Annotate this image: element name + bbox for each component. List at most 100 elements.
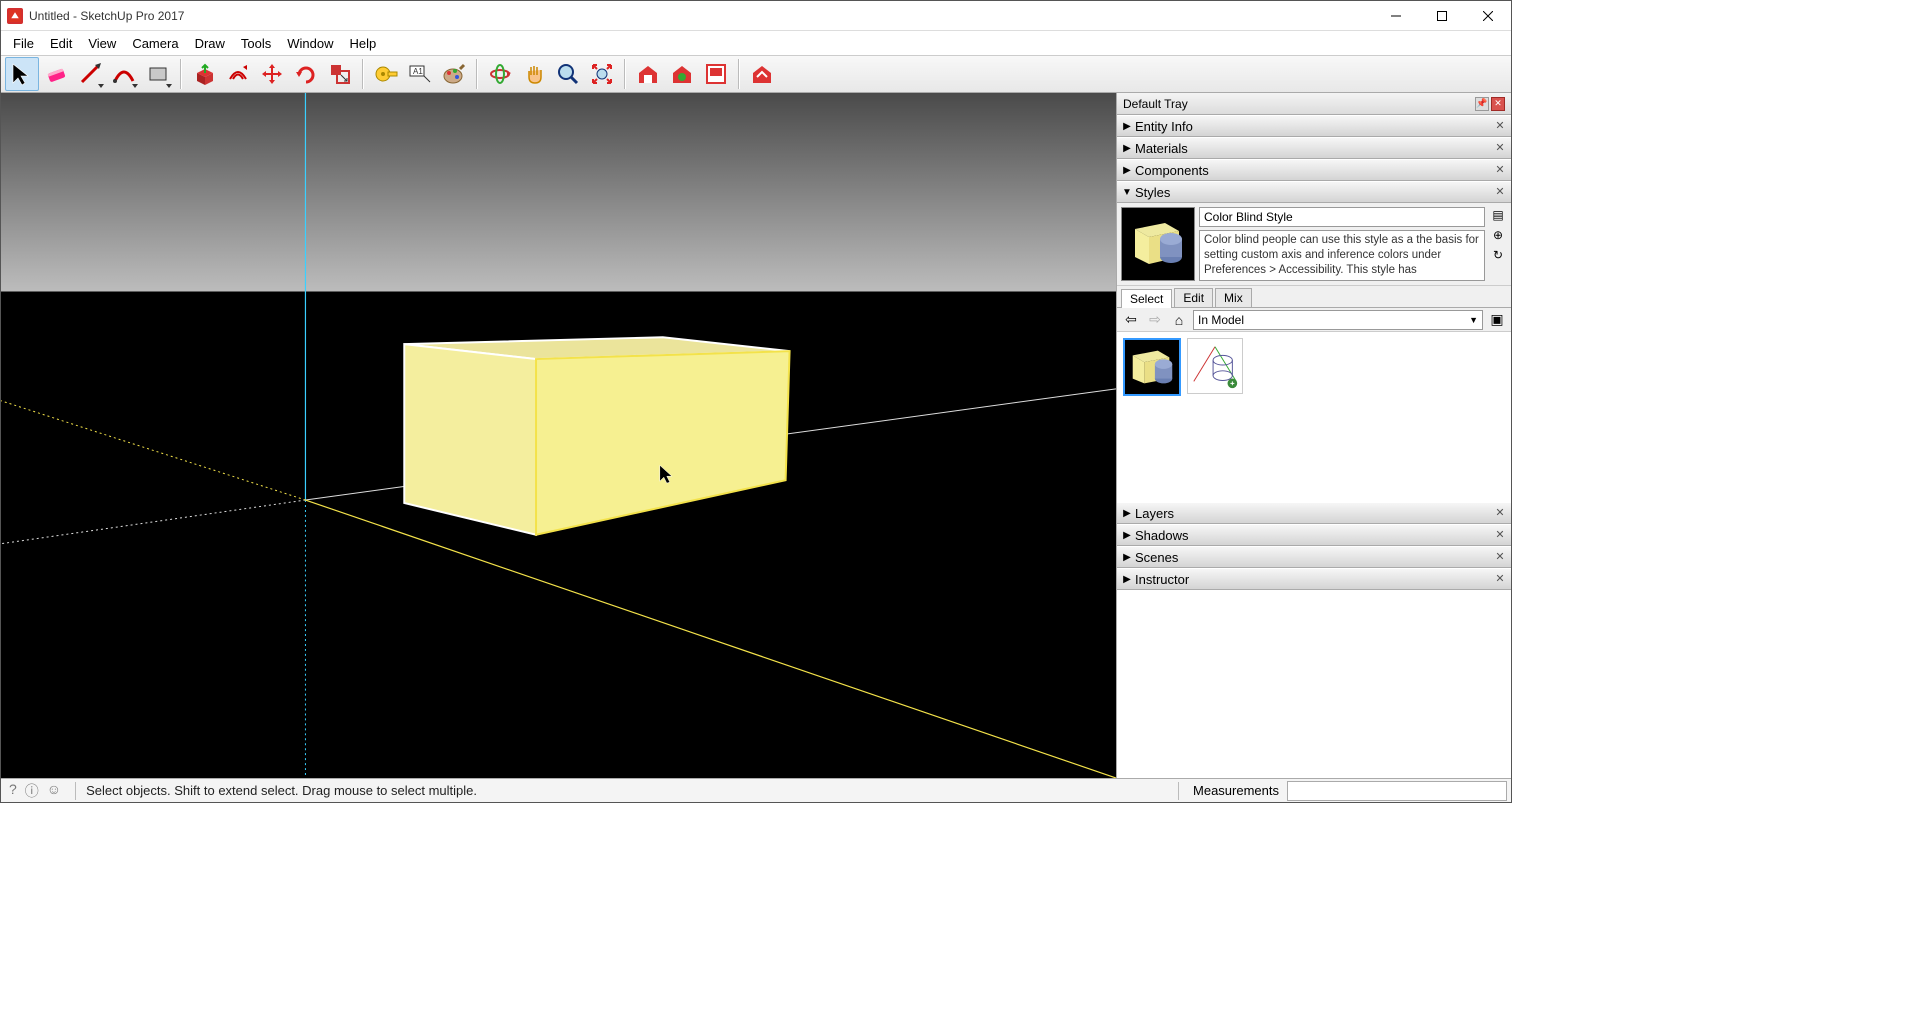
tool-warehouse[interactable] <box>631 57 665 91</box>
style-display-options-icon[interactable]: ▤ <box>1490 207 1506 223</box>
title-bar: Untitled - SketchUp Pro 2017 <box>1 1 1511 31</box>
styles-tab-mix[interactable]: Mix <box>1215 288 1252 307</box>
styles-panel-body: Color Blind Style Color blind people can… <box>1117 203 1511 502</box>
styles-collection-select[interactable]: In Model ▼ <box>1193 310 1483 330</box>
window-title: Untitled - SketchUp Pro 2017 <box>29 9 1373 23</box>
tool-tape[interactable] <box>369 57 403 91</box>
styles-tab-edit[interactable]: Edit <box>1174 288 1213 307</box>
tool-orbit[interactable] <box>483 57 517 91</box>
tray-title: Default Tray <box>1123 97 1188 111</box>
measurements-field[interactable] <box>1287 781 1507 801</box>
chevron-down-icon: ▼ <box>1469 315 1478 325</box>
tool-ext-warehouse[interactable] <box>665 57 699 91</box>
style-thumb-2[interactable] <box>1187 338 1243 394</box>
panel-components[interactable]: ▶Components✕ <box>1117 159 1511 181</box>
style-description-field[interactable]: Color blind people can use this style as… <box>1199 230 1485 281</box>
info-icon[interactable]: ⓘ <box>25 781 39 801</box>
app-icon <box>7 8 23 24</box>
tool-paint[interactable] <box>437 57 471 91</box>
menu-bar: FileEditViewCameraDrawToolsWindowHelp <box>1 31 1511 55</box>
panel-shadows[interactable]: ▶Shadows✕ <box>1117 524 1511 546</box>
tray-header[interactable]: Default Tray 📌 ✕ <box>1117 93 1511 115</box>
svg-text:A1: A1 <box>413 67 423 76</box>
minimize-button[interactable] <box>1373 1 1419 31</box>
tool-zoom[interactable] <box>551 57 585 91</box>
tool-offset[interactable] <box>221 57 255 91</box>
panel-layers[interactable]: ▶Layers✕ <box>1117 502 1511 524</box>
tool-select[interactable] <box>5 57 39 91</box>
tray-close-icon[interactable]: ✕ <box>1491 97 1505 111</box>
panel-close-icon[interactable]: ✕ <box>1493 163 1507 177</box>
tool-text[interactable]: A1 <box>403 57 437 91</box>
tool-eraser[interactable] <box>39 57 73 91</box>
app-window: Untitled - SketchUp Pro 2017 FileEditVie… <box>0 0 1512 803</box>
default-tray: Default Tray 📌 ✕ ▶Entity Info✕▶Materials… <box>1116 93 1511 778</box>
arrow-right-icon: ▶ <box>1121 508 1133 519</box>
arrow-right-icon: ▶ <box>1121 165 1133 176</box>
menu-file[interactable]: File <box>5 34 42 53</box>
arrow-right-icon: ▶ <box>1121 530 1133 541</box>
panel-close-icon[interactable]: ✕ <box>1493 119 1507 133</box>
user-icon[interactable]: ☺ <box>47 781 61 801</box>
help-icon[interactable]: ? <box>9 781 17 801</box>
nav-forward-icon[interactable]: ⇨ <box>1145 310 1165 330</box>
panel-scenes[interactable]: ▶Scenes✕ <box>1117 546 1511 568</box>
panel-styles[interactable]: ▼Styles✕ <box>1117 181 1511 203</box>
panel-close-icon[interactable]: ✕ <box>1493 572 1507 586</box>
tool-rotate[interactable] <box>289 57 323 91</box>
arrow-right-icon: ▶ <box>1121 552 1133 563</box>
tool-layout[interactable] <box>699 57 733 91</box>
menu-tools[interactable]: Tools <box>233 34 279 53</box>
style-preview-thumb[interactable] <box>1121 207 1195 281</box>
panel-close-icon[interactable]: ✕ <box>1493 185 1507 199</box>
styles-collection-label: In Model <box>1198 313 1244 327</box>
arrow-right-icon: ▶ <box>1121 121 1133 132</box>
panel-close-icon[interactable]: ✕ <box>1493 141 1507 155</box>
tool-advanced[interactable] <box>745 57 779 91</box>
panel-close-icon[interactable]: ✕ <box>1493 506 1507 520</box>
main-toolbar: A1 <box>1 55 1511 93</box>
tool-arc[interactable] <box>107 57 141 91</box>
nav-back-icon[interactable]: ⇦ <box>1121 310 1141 330</box>
tool-pushpull[interactable] <box>187 57 221 91</box>
status-hint: Select objects. Shift to extend select. … <box>82 783 1172 798</box>
tool-rect[interactable] <box>141 57 175 91</box>
tool-scale[interactable] <box>323 57 357 91</box>
arrow-right-icon: ▶ <box>1121 574 1133 585</box>
nav-home-icon[interactable]: ⌂ <box>1169 310 1189 330</box>
close-button[interactable] <box>1465 1 1511 31</box>
menu-draw[interactable]: Draw <box>187 34 233 53</box>
main-area: Default Tray 📌 ✕ ▶Entity Info✕▶Materials… <box>1 93 1511 778</box>
status-bar: ? ⓘ ☺ Select objects. Shift to extend se… <box>1 778 1511 802</box>
panel-entity-info[interactable]: ▶Entity Info✕ <box>1117 115 1511 137</box>
panel-close-icon[interactable]: ✕ <box>1493 550 1507 564</box>
arrow-right-icon: ▶ <box>1121 143 1133 154</box>
3d-viewport[interactable] <box>1 93 1116 778</box>
menu-window[interactable]: Window <box>279 34 341 53</box>
menu-help[interactable]: Help <box>342 34 385 53</box>
style-name-field[interactable]: Color Blind Style <box>1199 207 1485 227</box>
arrow-down-icon: ▼ <box>1121 187 1133 198</box>
tool-zoom-extents[interactable] <box>585 57 619 91</box>
menu-camera[interactable]: Camera <box>124 34 186 53</box>
tool-line[interactable] <box>73 57 107 91</box>
panel-close-icon[interactable]: ✕ <box>1493 528 1507 542</box>
style-create-icon[interactable]: ⊕ <box>1490 227 1506 243</box>
tool-pan[interactable] <box>517 57 551 91</box>
style-update-icon[interactable]: ↻ <box>1490 247 1506 263</box>
style-thumb-1[interactable] <box>1123 338 1181 396</box>
styles-details-icon[interactable]: ▣ <box>1487 310 1507 330</box>
tray-empty-area <box>1117 590 1511 778</box>
panel-materials[interactable]: ▶Materials✕ <box>1117 137 1511 159</box>
styles-nav-bar: ⇦ ⇨ ⌂ In Model ▼ ▣ <box>1117 308 1511 332</box>
styles-tab-select[interactable]: Select <box>1121 289 1172 308</box>
tool-move[interactable] <box>255 57 289 91</box>
styles-tabs: SelectEditMix <box>1117 286 1511 308</box>
tray-pin-icon[interactable]: 📌 <box>1475 97 1489 111</box>
styles-thumbnail-list <box>1117 332 1511 502</box>
panel-instructor[interactable]: ▶Instructor✕ <box>1117 568 1511 590</box>
measurements-label: Measurements <box>1185 783 1287 798</box>
menu-edit[interactable]: Edit <box>42 34 80 53</box>
maximize-button[interactable] <box>1419 1 1465 31</box>
menu-view[interactable]: View <box>80 34 124 53</box>
